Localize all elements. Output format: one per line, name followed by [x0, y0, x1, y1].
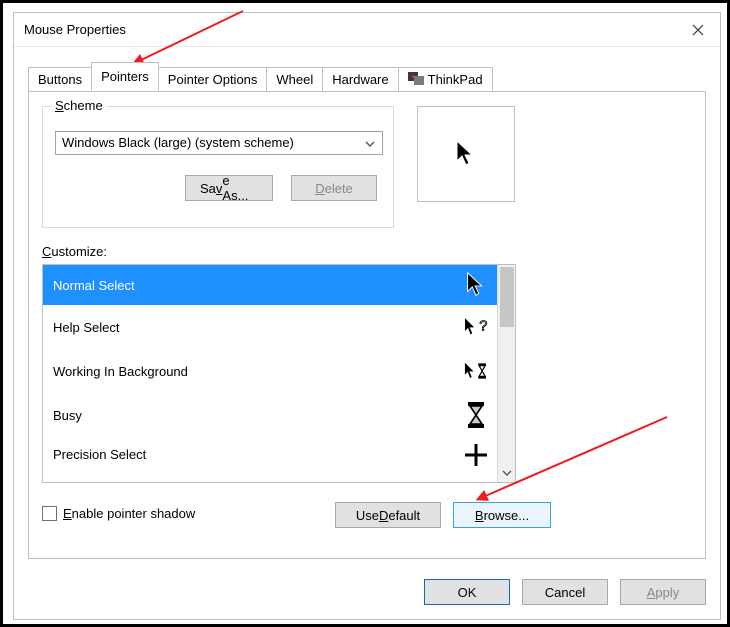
tab-pointer-options[interactable]: Pointer Options	[158, 67, 268, 92]
cursor-help-icon: ?	[463, 314, 489, 340]
cursor-crosshair-icon	[463, 442, 489, 468]
checkbox-box[interactable]	[42, 506, 57, 521]
ok-button[interactable]: OK	[424, 579, 510, 605]
save-as-button[interactable]: Save As...	[185, 175, 273, 201]
list-item-label: Normal Select	[53, 278, 135, 293]
scheme-legend: Scheme	[51, 98, 107, 113]
tab-strip: Buttons Pointers Pointer Options Wheel H…	[28, 65, 706, 91]
tab-hardware[interactable]: Hardware	[322, 67, 398, 92]
cursor-hourglass-icon	[463, 402, 489, 428]
cancel-button[interactable]: Cancel	[522, 579, 608, 605]
list-item-label: Working In Background	[53, 364, 188, 379]
tab-pointers[interactable]: Pointers	[91, 62, 159, 91]
close-icon	[692, 24, 704, 36]
list-item[interactable]: Normal Select	[43, 265, 497, 305]
scheme-selected-value: Windows Black (large) (system scheme)	[62, 135, 294, 150]
svg-text:?: ?	[479, 318, 487, 334]
apply-button: Apply	[620, 579, 706, 605]
window-title: Mouse Properties	[24, 22, 126, 37]
chevron-down-icon	[364, 136, 376, 150]
scheme-groupbox: Scheme Windows Black (large) (system sch…	[42, 106, 394, 228]
list-item-label: Precision Select	[53, 447, 146, 462]
list-item[interactable]: Busy	[43, 393, 497, 437]
title-bar: Mouse Properties	[14, 13, 720, 47]
cursor-working-icon	[463, 358, 489, 384]
tab-page-pointers: Scheme Windows Black (large) (system sch…	[28, 91, 706, 559]
enable-pointer-shadow-checkbox[interactable]: Enable pointer shadow	[42, 506, 195, 521]
tab-buttons[interactable]: Buttons	[28, 67, 92, 92]
cursor-arrow-icon	[455, 139, 477, 169]
list-item[interactable]: Precision Select	[43, 437, 497, 472]
mouse-properties-dialog: Mouse Properties Buttons Pointers Pointe…	[13, 12, 721, 620]
list-item-label: Help Select	[53, 320, 119, 335]
scheme-dropdown[interactable]: Windows Black (large) (system scheme)	[55, 131, 383, 155]
pointer-preview	[417, 106, 515, 202]
tab-wheel[interactable]: Wheel	[266, 67, 323, 92]
browse-button[interactable]: Browse...	[453, 502, 551, 528]
thinkpad-icon	[408, 72, 424, 86]
close-button[interactable]	[676, 13, 720, 47]
scrollbar-down-button[interactable]	[498, 464, 516, 482]
chevron-down-icon	[502, 468, 512, 478]
list-item[interactable]: Working In Background	[43, 349, 497, 393]
cursor-arrow-icon	[463, 272, 489, 298]
use-default-button[interactable]: Use Default	[335, 502, 441, 528]
list-item-label: Busy	[53, 408, 82, 423]
tab-thinkpad[interactable]: ThinkPad	[398, 67, 493, 92]
customize-label: Customize:	[42, 244, 107, 259]
customize-listbox[interactable]: Normal Select Help Select ? Working In B…	[42, 264, 516, 483]
dialog-buttons: OK Cancel Apply	[424, 579, 706, 605]
list-item[interactable]: Help Select ?	[43, 305, 497, 349]
listbox-scrollbar[interactable]	[497, 265, 515, 482]
delete-button: Delete	[291, 175, 377, 201]
scrollbar-thumb[interactable]	[500, 267, 514, 327]
